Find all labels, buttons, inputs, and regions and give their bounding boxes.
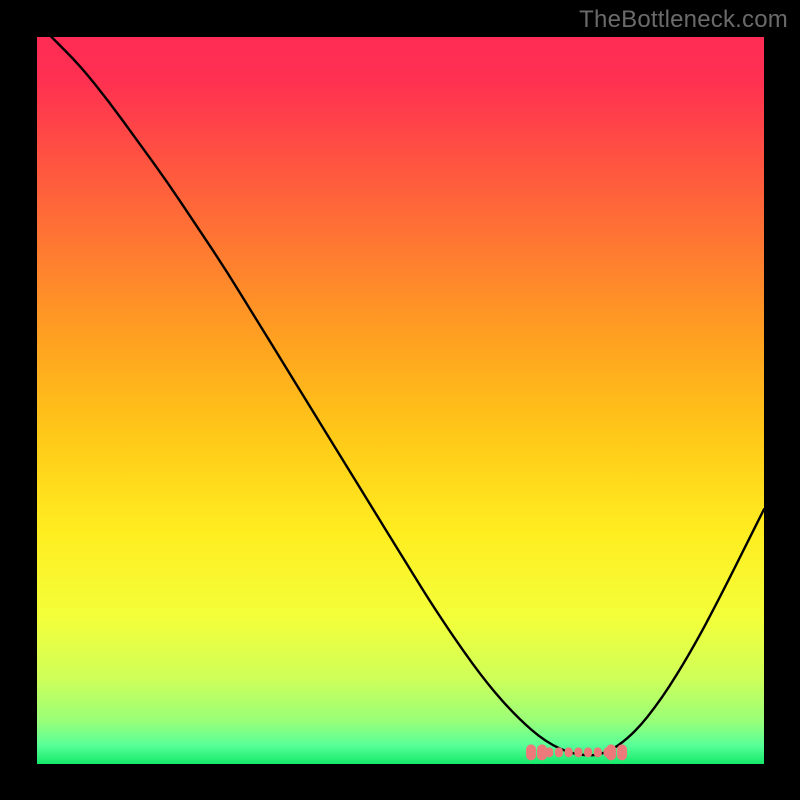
marker-layer — [36, 36, 764, 764]
axis-top — [34, 34, 766, 37]
axis-bottom — [34, 764, 766, 767]
axis-left — [34, 34, 37, 766]
chart-container — [36, 36, 764, 764]
axis-right — [764, 34, 767, 767]
watermark-text: TheBottleneck.com — [579, 6, 788, 34]
